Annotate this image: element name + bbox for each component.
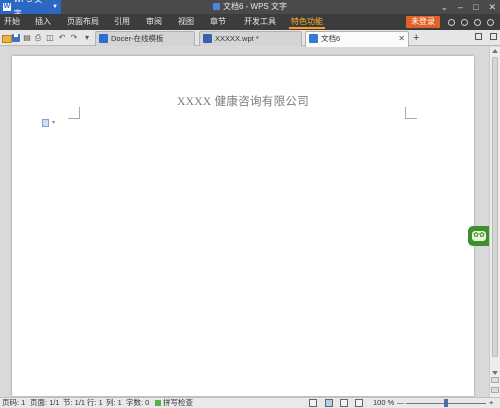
status-bar: 页码: 1 页面: 1/1 节: 1/1 行: 1 列: 1 字数: 0 拼写检… xyxy=(0,397,500,408)
help-icon[interactable] xyxy=(474,18,481,26)
tab-label: XXXXX.wpt * xyxy=(215,34,259,43)
menu-item-page-layout[interactable]: 页面布局 xyxy=(66,14,100,30)
status-page-number[interactable]: 页码: 1 xyxy=(2,398,25,408)
menu-item-review[interactable]: 审阅 xyxy=(144,14,164,30)
menu-item-references[interactable]: 引用 xyxy=(112,14,132,30)
chevron-down-icon[interactable]: ▾ xyxy=(52,119,55,126)
chevron-down-icon: ▼ xyxy=(52,4,58,10)
document-window-icon[interactable] xyxy=(490,33,497,40)
ribbon-toggle-icon[interactable] xyxy=(487,18,494,26)
document-page[interactable]: XXXX 健康咨询有限公司 ▾ xyxy=(12,56,474,396)
margin-mark-right xyxy=(405,107,417,119)
login-button[interactable]: 未登录 xyxy=(406,16,440,28)
next-page-icon[interactable] xyxy=(491,387,499,393)
menu-item-start[interactable]: 开始 xyxy=(2,14,22,30)
maximize-icon[interactable]: □ xyxy=(473,0,478,14)
scroll-up-icon[interactable] xyxy=(492,49,498,53)
margin-mark-left xyxy=(68,107,80,119)
window-controls: ⌄ – □ ✕ xyxy=(440,0,496,14)
tab-label: 文档6 xyxy=(321,34,341,43)
scroll-thumb[interactable] xyxy=(492,57,498,357)
zoom-slider-thumb[interactable] xyxy=(444,399,448,407)
full-screen-view-icon[interactable] xyxy=(309,399,317,407)
tab-label: Docer-在线模板 xyxy=(111,34,164,43)
tab-xxxxx-wpt[interactable]: XXXXX.wpt * xyxy=(199,31,302,46)
docer-icon xyxy=(99,34,108,43)
skin-icon[interactable] xyxy=(448,18,455,26)
paragraph-layout-icon[interactable] xyxy=(42,119,49,127)
status-section[interactable]: 节: 1/1 xyxy=(63,398,85,408)
tab-document6[interactable]: 文档6 ✕ xyxy=(305,31,409,47)
web-view-icon[interactable] xyxy=(355,399,363,407)
window-title: 文档6 - WPS 文字 xyxy=(0,0,500,14)
page-view-icon[interactable] xyxy=(325,399,333,407)
close-icon[interactable]: ✕ xyxy=(488,0,496,14)
quick-access-dropdown-icon[interactable]: ▾ xyxy=(82,32,92,43)
paw-icon: ✿✿ xyxy=(472,231,486,241)
scroll-down-icon[interactable] xyxy=(492,371,498,375)
zoom-out-icon[interactable]: — xyxy=(397,398,405,408)
menu-bar: 开始 插入 页面布局 引用 审阅 视图 章节 开发工具 特色功能 未登录 xyxy=(0,14,500,30)
menu-item-insert[interactable]: 插入 xyxy=(33,14,53,30)
app-menu-button[interactable]: W WPS 文字 ▼ xyxy=(0,0,61,18)
undo-icon[interactable]: ↶ xyxy=(57,32,67,43)
minimize-icon[interactable]: – xyxy=(458,0,463,14)
settings-icon[interactable] xyxy=(461,18,468,26)
tab-docer-templates[interactable]: Docer-在线模板 xyxy=(95,31,195,46)
print-preview-icon[interactable]: ◫ xyxy=(45,32,55,43)
document-workspace[interactable]: XXXX 健康咨询有限公司 ▾ xyxy=(0,47,489,397)
open-folder-icon[interactable] xyxy=(1,32,12,43)
menu-item-chapter[interactable]: 章节 xyxy=(208,14,228,30)
zoom-in-icon[interactable]: + xyxy=(489,398,493,408)
collapse-icon[interactable]: ⌄ xyxy=(440,0,448,14)
menu-item-special-features[interactable]: 特色功能 xyxy=(289,14,325,30)
status-word-count[interactable]: 字数: 0 xyxy=(126,398,149,408)
menu-item-view[interactable]: 视图 xyxy=(176,14,196,30)
status-column[interactable]: 列: 1 xyxy=(106,398,122,408)
status-row[interactable]: 行: 1 xyxy=(87,398,103,408)
document-icon xyxy=(309,34,318,43)
export-icon[interactable]: ▤ xyxy=(22,32,32,43)
print-icon[interactable]: ⎙ xyxy=(33,32,43,43)
redo-icon[interactable]: ↷ xyxy=(69,32,79,43)
close-tab-icon[interactable]: ✕ xyxy=(398,32,405,45)
window-title-text: 文档6 - WPS 文字 xyxy=(222,2,287,11)
save-icon[interactable] xyxy=(11,32,21,43)
document-icon xyxy=(212,3,220,10)
spellcheck-status-icon xyxy=(155,400,161,406)
title-bar: W WPS 文字 ▼ 文档6 - WPS 文字 ⌄ – □ ✕ xyxy=(0,0,500,18)
outline-view-icon[interactable] xyxy=(340,399,348,407)
tab-right-icons xyxy=(475,33,497,40)
vertical-scrollbar[interactable] xyxy=(489,47,500,397)
status-pages[interactable]: 页面: 1/1 xyxy=(30,398,60,408)
restore-document-icon[interactable] xyxy=(475,33,482,40)
template-file-icon xyxy=(203,34,212,43)
wps-logo-icon: W xyxy=(3,3,11,11)
previous-page-icon[interactable] xyxy=(491,377,499,383)
menu-right-icons xyxy=(448,14,494,30)
menu-item-developer[interactable]: 开发工具 xyxy=(243,14,277,30)
zoom-level[interactable]: 100 % xyxy=(373,398,394,408)
add-tab-button[interactable]: + xyxy=(413,31,419,45)
tab-bar: ▤ ⎙ ◫ ↶ ↷ ▾ Docer-在线模板 XXXXX.wpt * 文档6 ✕… xyxy=(0,30,500,47)
spellcheck-toggle[interactable]: 拼写检查 xyxy=(163,398,193,408)
